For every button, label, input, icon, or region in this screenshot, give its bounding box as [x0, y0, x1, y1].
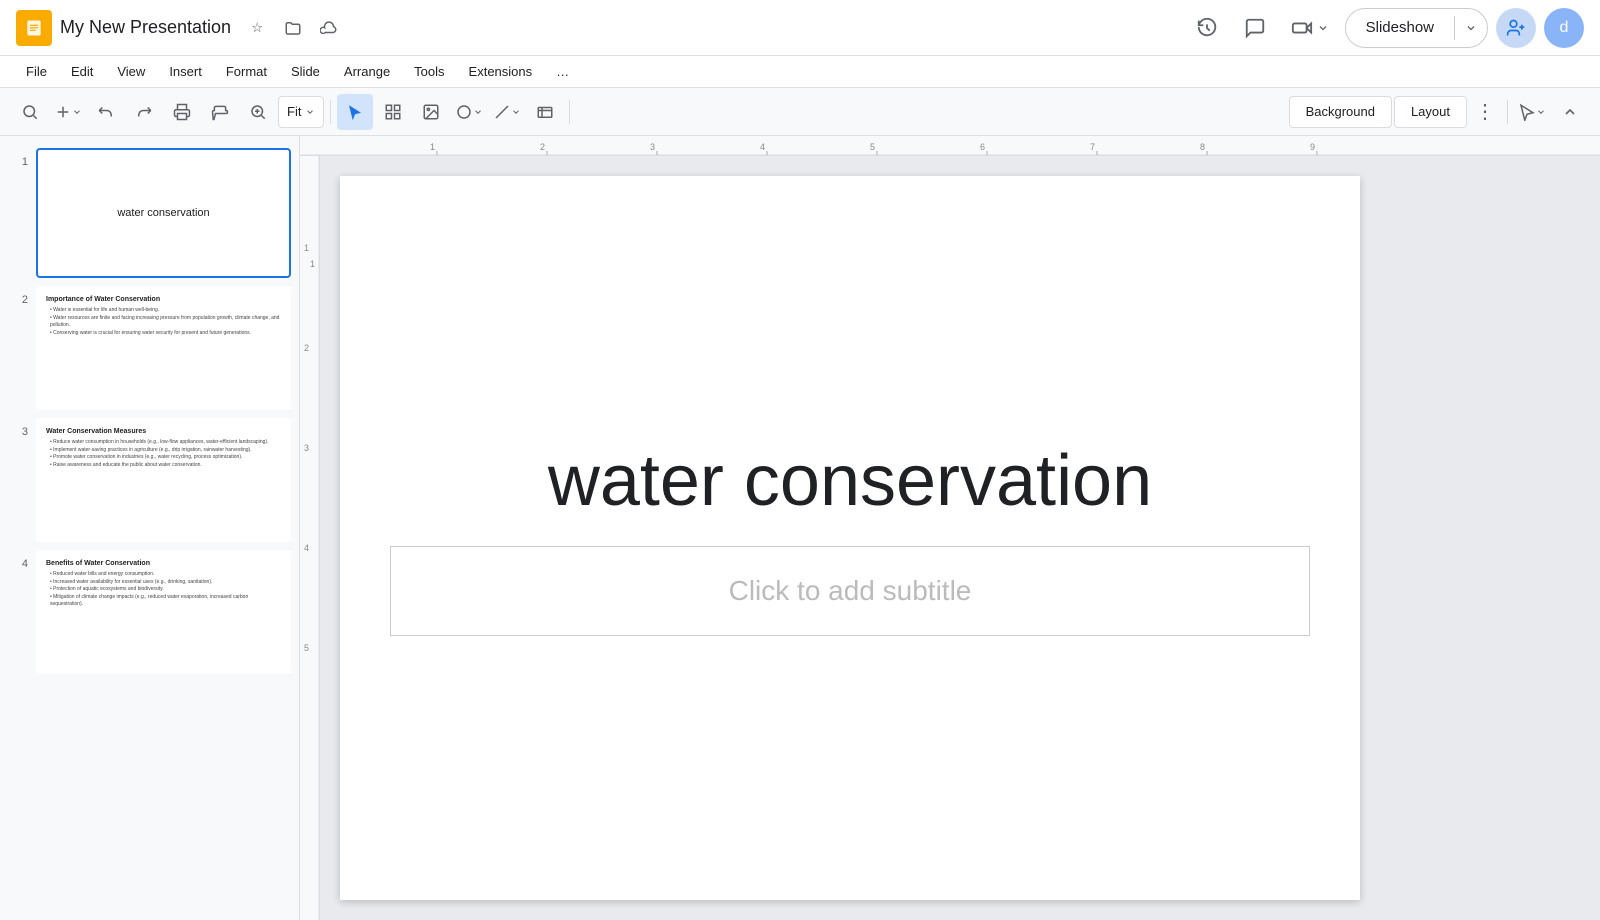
menu-edit[interactable]: Edit	[61, 60, 103, 83]
slide-3-title-thumb: Water Conservation Measures	[46, 428, 281, 435]
ruler-h-svg: 1 2 3 4 5 6 7 8 9	[300, 136, 1600, 156]
menu-slide[interactable]: Slide	[281, 60, 330, 83]
toolbar-right: Background Layout ⋮	[1289, 94, 1588, 130]
slide-subtitle-box[interactable]: Click to add subtitle	[390, 546, 1310, 636]
redo-button[interactable]	[126, 94, 162, 130]
zoom-selector[interactable]: Fit	[278, 96, 324, 128]
menu-bar: File Edit View Insert Format Slide Arran…	[0, 56, 1600, 88]
paint-format-button[interactable]	[202, 94, 238, 130]
menu-tools[interactable]: Tools	[404, 60, 454, 83]
user-avatar[interactable]: d	[1544, 8, 1584, 48]
slide-4-title-thumb: Benefits of Water Conservation	[46, 560, 281, 567]
svg-text:2: 2	[304, 343, 309, 353]
slideshow-dropdown-button[interactable]	[1455, 9, 1487, 47]
zoom-button[interactable]	[240, 94, 276, 130]
cursor-mode-button[interactable]	[1514, 94, 1550, 130]
slide-item-3[interactable]: 3 Water Conservation Measures • Reduce w…	[0, 414, 299, 546]
menu-more[interactable]: …	[546, 60, 579, 83]
slide-3-bullets-thumb: • Reduce water consumption in households…	[50, 439, 281, 469]
comment-button[interactable]	[1235, 8, 1275, 48]
menu-extensions[interactable]: Extensions	[459, 60, 543, 83]
history-button[interactable]	[1187, 8, 1227, 48]
toolbar-divider-1	[330, 100, 331, 124]
transform-button[interactable]	[375, 94, 411, 130]
menu-format[interactable]: Format	[216, 60, 277, 83]
slide-number-2: 2	[8, 286, 28, 306]
select-tool-button[interactable]	[337, 94, 373, 130]
ruler-horizontal: 1 2 3 4 5 6 7 8 9	[300, 136, 1600, 156]
chevron-up-button[interactable]	[1552, 94, 1588, 130]
slide-number-1: 1	[8, 148, 28, 168]
slide-item-1[interactable]: 1 water conservation	[0, 144, 299, 282]
slide-thumb-4[interactable]: Benefits of Water Conservation • Reduced…	[36, 550, 291, 674]
ruler-v-svg: 1 1 2 3 4 5	[300, 156, 320, 920]
svg-text:8: 8	[1200, 142, 1205, 152]
slideshow-button[interactable]: Slideshow	[1345, 8, 1488, 48]
top-bar: My New Presentation ☆ Slideshow d	[0, 0, 1600, 56]
video-call-button[interactable]	[1283, 8, 1337, 48]
image-button[interactable]	[413, 94, 449, 130]
add-person-button[interactable]	[1496, 8, 1536, 48]
menu-insert[interactable]: Insert	[159, 60, 212, 83]
toolbar: Fit Background Layout ⋮	[0, 88, 1600, 136]
slide-subtitle-placeholder[interactable]: Click to add subtitle	[729, 575, 972, 607]
slide-canvas[interactable]: water conservation Click to add subtitle	[340, 176, 1360, 900]
slide-main-title[interactable]: water conservation	[548, 440, 1152, 522]
slide-2-title-thumb: Importance of Water Conservation	[46, 296, 281, 303]
svg-text:9: 9	[1310, 142, 1315, 152]
toolbar-divider-3	[1507, 100, 1508, 124]
ruler-vertical: 1 1 2 3 4 5	[300, 156, 320, 920]
menu-view[interactable]: View	[107, 60, 155, 83]
main-content: 1 water conservation 2 Importance of Wat…	[0, 136, 1600, 920]
slide-item-2[interactable]: 2 Importance of Water Conservation • Wat…	[0, 282, 299, 414]
svg-text:6: 6	[980, 142, 985, 152]
shape-button[interactable]	[451, 94, 487, 130]
editor-area: 1 2 3 4 5 6 7 8 9 1	[300, 136, 1600, 920]
menu-arrange[interactable]: Arrange	[334, 60, 400, 83]
slide-number-4: 4	[8, 550, 28, 570]
canvas-container: 1 1 2 3 4 5 water conservation Cli	[300, 156, 1600, 920]
svg-text:1: 1	[304, 243, 309, 253]
svg-text:3: 3	[304, 443, 309, 453]
svg-text:5: 5	[304, 643, 309, 653]
top-bar-actions: Slideshow d	[1187, 8, 1584, 48]
app-icon	[16, 10, 52, 46]
slide-item-4[interactable]: 4 Benefits of Water Conservation • Reduc…	[0, 546, 299, 678]
move-to-folder-button[interactable]	[279, 14, 307, 42]
svg-text:1: 1	[430, 142, 435, 152]
print-button[interactable]	[164, 94, 200, 130]
svg-text:7: 7	[1090, 142, 1095, 152]
svg-text:5: 5	[870, 142, 875, 152]
slide-panel: 1 water conservation 2 Importance of Wat…	[0, 136, 300, 920]
svg-text:1: 1	[310, 259, 315, 269]
line-button[interactable]	[489, 94, 525, 130]
undo-button[interactable]	[88, 94, 124, 130]
search-button[interactable]	[12, 94, 48, 130]
canvas-scroll-area[interactable]: water conservation Click to add subtitle	[320, 156, 1600, 920]
cloud-save-button[interactable]	[315, 14, 343, 42]
slide-number-3: 3	[8, 418, 28, 438]
text-button[interactable]	[527, 94, 563, 130]
svg-text:2: 2	[540, 142, 545, 152]
slide-2-bullets-thumb: • Water is essential for life and human …	[50, 307, 281, 337]
presentation-title: My New Presentation	[60, 17, 231, 38]
more-options-button[interactable]: ⋮	[1469, 96, 1501, 128]
toolbar-divider-2	[569, 100, 570, 124]
slide-4-bullets-thumb: • Reduced water bills and energy consump…	[50, 571, 281, 609]
layout-button[interactable]: Layout	[1394, 96, 1467, 128]
background-button[interactable]: Background	[1289, 96, 1392, 128]
slideshow-main-button[interactable]: Slideshow	[1346, 9, 1454, 47]
svg-text:3: 3	[650, 142, 655, 152]
slide-thumb-1[interactable]: water conservation	[36, 148, 291, 278]
star-button[interactable]: ☆	[243, 14, 271, 42]
slide-thumb-2[interactable]: Importance of Water Conservation • Water…	[36, 286, 291, 410]
slide-1-title-thumb: water conservation	[46, 158, 281, 268]
svg-text:4: 4	[760, 142, 765, 152]
menu-file[interactable]: File	[16, 60, 57, 83]
add-slide-button[interactable]	[50, 94, 86, 130]
svg-text:4: 4	[304, 543, 309, 553]
slide-thumb-3[interactable]: Water Conservation Measures • Reduce wat…	[36, 418, 291, 542]
zoom-label: Fit	[287, 104, 301, 119]
